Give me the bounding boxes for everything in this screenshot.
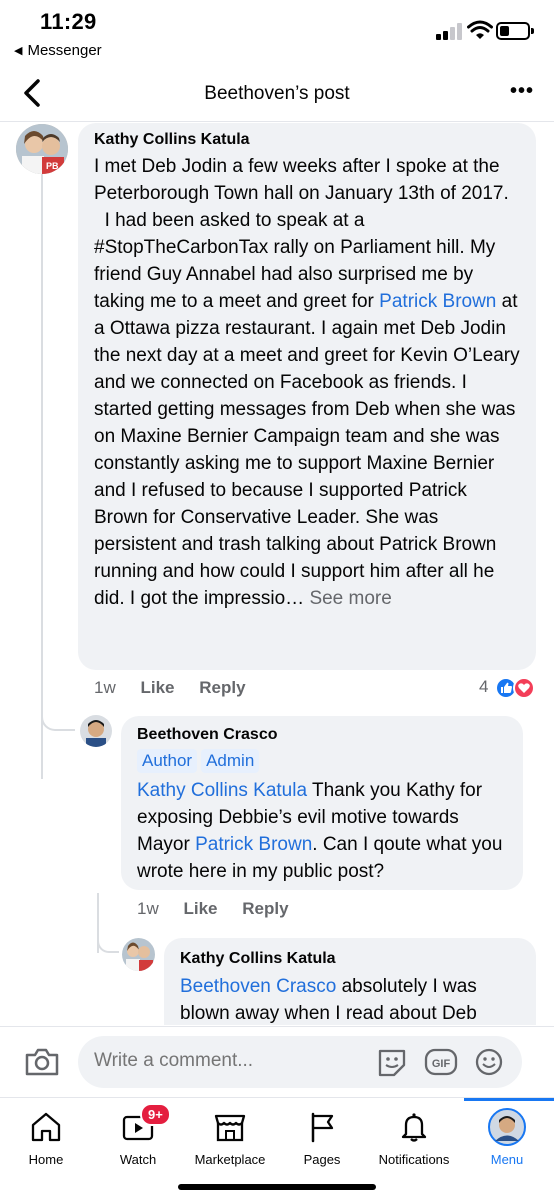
bell-icon — [401, 1113, 427, 1142]
tab-label: Watch — [119, 1152, 157, 1167]
tab-home[interactable]: Home — [0, 1098, 92, 1178]
mention-link[interactable]: Kathy Collins Katula — [137, 780, 307, 801]
notification-badge: 9+ — [140, 1103, 171, 1126]
avatar[interactable]: PB — [16, 124, 68, 174]
tab-marketplace[interactable]: Marketplace — [184, 1098, 276, 1178]
home-indicator[interactable] — [178, 1184, 376, 1190]
tab-menu[interactable]: Menu — [461, 1098, 553, 1178]
svg-text:PB: PB — [46, 161, 59, 171]
reply-text: Beethoven Crasco absolutely I was blown … — [180, 973, 520, 1025]
reply-text: Kathy Collins Katula Thank you Kathy for… — [137, 777, 515, 885]
thread-connector — [41, 683, 75, 731]
comment-text-part: at a Ottawa pizza restaurant. I again me… — [94, 291, 520, 609]
avatar[interactable] — [122, 938, 155, 971]
comment-text: I met Deb Jodin a few weeks after I spok… — [94, 153, 524, 612]
tab-label: Menu — [490, 1152, 524, 1167]
home-icon — [31, 1112, 61, 1142]
reply-bubble[interactable]: Beethoven Crasco Author Admin Kathy Colli… — [121, 716, 523, 890]
comment-box[interactable]: GIF — [78, 1036, 522, 1088]
comment-author[interactable]: Kathy Collins Katula — [94, 131, 250, 149]
tab-pages[interactable]: Pages — [276, 1098, 368, 1178]
comment-actions: 1w Like Reply — [94, 678, 266, 698]
reaction-count: 4 — [479, 677, 489, 696]
see-more-link[interactable]: See more — [309, 588, 391, 609]
page-title: Beethoven’s post — [204, 83, 350, 104]
comments-feed[interactable]: PB Kathy Collins Katula I met Deb Jodin … — [0, 123, 554, 1025]
comment-input[interactable] — [94, 1050, 364, 1072]
back-triangle-icon: ◀ — [14, 45, 23, 57]
bottom-tab-bar: Home Watch 9+ Marketplace Pages Notifica… — [0, 1097, 554, 1200]
tab-label: Notifications — [378, 1152, 450, 1167]
thread-connector — [97, 903, 119, 953]
signal-icon — [436, 22, 466, 40]
svg-text:GIF: GIF — [432, 1058, 451, 1070]
reply-author[interactable]: Beethoven Crasco — [137, 726, 278, 744]
comment-text-part: I met Deb Jodin a few weeks after I spok… — [94, 156, 509, 204]
reply-author[interactable]: Kathy Collins Katula — [180, 950, 336, 968]
status-bar: 11:29 ◀ Messenger — [0, 0, 554, 64]
tab-notifications[interactable]: Notifications — [368, 1098, 460, 1178]
back-to-messenger-label: Messenger — [27, 42, 102, 59]
like-button[interactable]: Like — [183, 899, 217, 918]
battery-icon — [496, 22, 534, 40]
love-reaction-icon — [513, 677, 535, 699]
tab-label: Marketplace — [194, 1152, 266, 1167]
comment-composer: GIF — [0, 1026, 554, 1096]
reply-button[interactable]: Reply — [199, 678, 245, 697]
status-time: 11:29 — [40, 9, 97, 34]
profile-avatar — [488, 1108, 526, 1146]
admin-badge: Admin — [201, 749, 260, 773]
comment-bubble[interactable]: Kathy Collins Katula I met Deb Jodin a f… — [78, 123, 536, 670]
avatar[interactable] — [80, 715, 112, 747]
marketplace-icon — [214, 1114, 246, 1142]
reply-button[interactable]: Reply — [242, 899, 288, 918]
reply-bubble[interactable]: Kathy Collins Katula Beethoven Crasco ab… — [164, 938, 536, 1025]
reply-time: 1w — [137, 899, 159, 918]
comment-time: 1w — [94, 678, 116, 697]
mention-link[interactable]: Patrick Brown — [379, 291, 496, 312]
like-button[interactable]: Like — [140, 678, 174, 697]
mention-link[interactable]: Beethoven Crasco — [180, 976, 336, 997]
tab-label: Pages — [303, 1152, 341, 1167]
author-badges: Author Admin — [137, 749, 263, 773]
author-badge: Author — [137, 749, 198, 773]
sticker-icon[interactable] — [376, 1047, 408, 1077]
camera-icon[interactable] — [24, 1047, 60, 1077]
wifi-icon — [467, 20, 493, 39]
mention-link[interactable]: Patrick Brown — [195, 834, 312, 855]
reply-actions: 1w Like Reply — [137, 899, 309, 919]
emoji-icon[interactable] — [474, 1047, 504, 1077]
back-to-messenger[interactable]: ◀ Messenger — [14, 42, 102, 59]
post-header: Beethoven’s post ••• — [0, 66, 554, 122]
pages-icon — [311, 1112, 334, 1143]
gif-icon[interactable]: GIF — [424, 1047, 458, 1077]
more-options-icon[interactable]: ••• — [510, 80, 534, 103]
tab-label: Home — [28, 1152, 64, 1167]
